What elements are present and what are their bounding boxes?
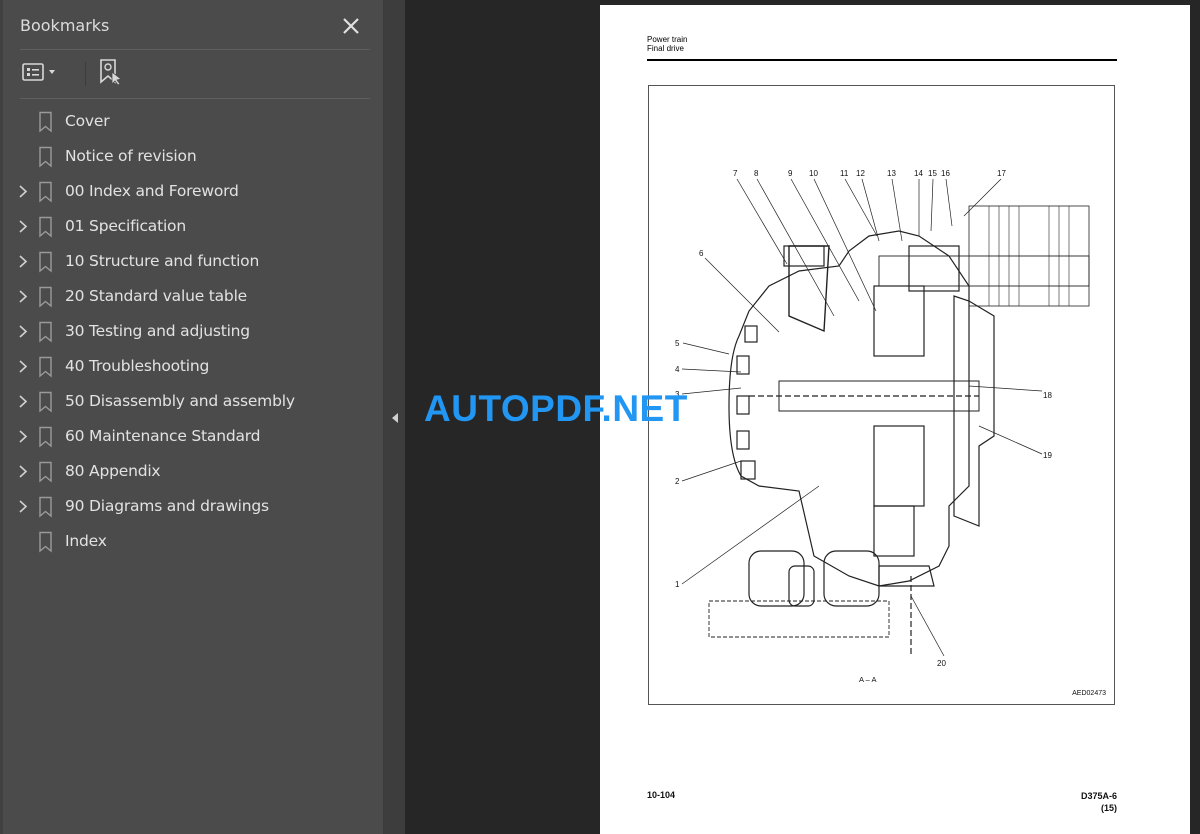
chevron-right-icon[interactable] — [16, 323, 30, 340]
callout-11: 11 — [840, 169, 849, 178]
find-current-bookmark-button[interactable] — [98, 58, 126, 90]
section-label: A – A — [859, 675, 877, 684]
bookmark-icon — [38, 146, 54, 168]
bookmark-icon — [38, 531, 54, 553]
bookmark-item[interactable]: 80 Appendix — [0, 454, 384, 489]
bookmark-icon — [38, 216, 54, 238]
bookmark-label: Cover — [65, 112, 110, 130]
bookmark-label: 80 Appendix — [65, 462, 161, 480]
chevron-right-icon[interactable] — [16, 358, 30, 375]
callout-19: 19 — [1043, 451, 1052, 460]
callout-4: 4 — [675, 365, 680, 374]
callout-12: 12 — [856, 169, 865, 178]
callout-5: 5 — [675, 339, 680, 348]
close-icon[interactable] — [339, 14, 363, 38]
chevron-right-icon[interactable] — [16, 253, 30, 270]
bookmark-item[interactable]: 00 Index and Foreword — [0, 174, 384, 209]
bookmark-item[interactable]: 60 Maintenance Standard — [0, 419, 384, 454]
find-current-bookmark-icon — [98, 58, 126, 91]
bookmark-item[interactable]: Notice of revision — [0, 139, 384, 174]
panel-title: Bookmarks — [20, 16, 110, 35]
bookmark-item[interactable]: 90 Diagrams and drawings — [0, 489, 384, 524]
page-header: Power train Final drive — [647, 35, 687, 53]
callout-14: 14 — [914, 169, 923, 178]
bookmark-icon — [38, 496, 54, 518]
bookmark-label: 20 Standard value table — [65, 287, 248, 305]
chevron-right-icon[interactable] — [16, 218, 30, 235]
chevron-right-icon[interactable] — [16, 393, 30, 410]
header-section: Power train — [647, 35, 688, 44]
toolbar-separator — [85, 62, 86, 86]
bookmark-label: 60 Maintenance Standard — [65, 427, 261, 445]
bookmark-list: Cover Notice of revision 00 Index and Fore… — [0, 104, 384, 559]
bookmark-icon — [38, 391, 54, 413]
bookmark-item[interactable]: 10 Structure and function — [0, 244, 384, 279]
bookmark-label: 50 Disassembly and assembly — [65, 392, 295, 410]
bookmark-label: 00 Index and Foreword — [65, 182, 239, 200]
bookmark-icon — [38, 321, 54, 343]
callout-15: 15 — [928, 169, 937, 178]
divider — [20, 98, 370, 99]
callout-16: 16 — [941, 169, 950, 178]
bookmark-icon — [38, 356, 54, 378]
divider — [20, 49, 370, 50]
bookmark-label: Index — [65, 532, 107, 550]
bookmark-item[interactable]: Cover — [0, 104, 384, 139]
bookmark-item[interactable]: 30 Testing and adjusting — [0, 314, 384, 349]
bookmark-label: 10 Structure and function — [65, 252, 260, 270]
callout-1: 1 — [675, 580, 680, 589]
bookmark-item[interactable]: 50 Disassembly and assembly — [0, 384, 384, 419]
callout-labels: 7 8 9 10 11 12 13 14 15 16 17 6 5 4 3 2 … — [675, 169, 1052, 668]
watermark: AUTOPDF.NET — [424, 388, 688, 429]
callout-6: 6 — [699, 249, 704, 258]
page-footer-right: D375A-6 (15) — [1081, 790, 1117, 814]
callout-8: 8 — [754, 169, 759, 178]
options-menu-button[interactable] — [20, 58, 60, 90]
chevron-right-icon[interactable] — [16, 498, 30, 515]
bookmark-item[interactable]: Index — [0, 524, 384, 559]
bookmarks-panel: Bookmarks Cover Notice of revision 00 In… — [0, 0, 384, 834]
bookmark-icon — [38, 251, 54, 273]
bookmark-icon — [38, 286, 54, 308]
bookmark-item[interactable]: 40 Troubleshooting — [0, 349, 384, 384]
bookmark-label: Notice of revision — [65, 147, 197, 165]
chevron-right-icon[interactable] — [16, 428, 30, 445]
bookmark-label: 30 Testing and adjusting — [65, 322, 250, 340]
callout-7: 7 — [733, 169, 738, 178]
bookmark-item[interactable]: 20 Standard value table — [0, 279, 384, 314]
pdf-page: Power train Final drive 7 8 9 10 11 12 1… — [600, 5, 1190, 834]
caret-left-icon — [389, 413, 401, 430]
bookmarks-header: Bookmarks — [20, 14, 369, 38]
chevron-right-icon[interactable] — [16, 288, 30, 305]
bookmark-icon — [38, 461, 54, 483]
callout-10: 10 — [809, 169, 818, 178]
bookmark-label: 90 Diagrams and drawings — [65, 497, 269, 515]
callout-20: 20 — [937, 659, 946, 668]
page-number: 10-104 — [647, 790, 676, 800]
callout-18: 18 — [1043, 391, 1052, 400]
callout-2: 2 — [675, 477, 680, 486]
chevron-right-icon[interactable] — [16, 183, 30, 200]
final-drive-diagram: 7 8 9 10 11 12 13 14 15 16 17 6 5 4 3 2 … — [648, 85, 1115, 705]
list-options-icon — [20, 60, 60, 89]
header-subsection: Final drive — [647, 44, 684, 53]
bookmark-item[interactable]: 01 Specification — [0, 209, 384, 244]
bookmark-icon — [38, 426, 54, 448]
bookmark-icon — [38, 181, 54, 203]
chevron-right-icon[interactable] — [16, 463, 30, 480]
callout-9: 9 — [788, 169, 793, 178]
figure-id: AED02473 — [1072, 690, 1106, 697]
bookmark-label: 40 Troubleshooting — [65, 357, 210, 375]
bookmark-label: 01 Specification — [65, 217, 186, 235]
header-rule — [647, 59, 1117, 61]
bookmark-icon — [38, 111, 54, 133]
bookmarks-toolbar — [20, 58, 370, 90]
callout-17: 17 — [997, 169, 1006, 178]
revision-number: (15) — [1100, 803, 1117, 813]
model-number: D375A-6 — [1080, 791, 1117, 801]
diagram-drawing: 7 8 9 10 11 12 13 14 15 16 17 6 5 4 3 2 … — [675, 169, 1090, 668]
collapse-panel-button[interactable] — [389, 410, 401, 426]
callout-13: 13 — [887, 169, 896, 178]
